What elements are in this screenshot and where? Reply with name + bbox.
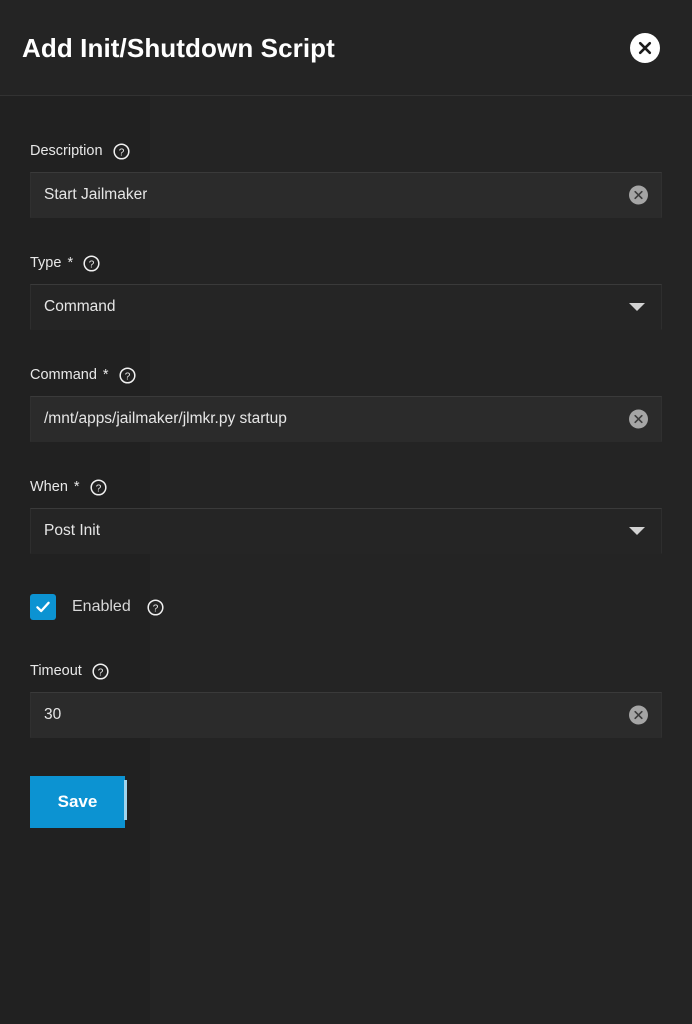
- add-init-shutdown-script-dialog: Add Init/Shutdown Script Description ?: [0, 0, 692, 1024]
- svg-text:?: ?: [95, 483, 101, 494]
- command-required-marker: *: [99, 368, 109, 383]
- description-input-value: Start Jailmaker: [44, 187, 147, 203]
- clear-icon[interactable]: [629, 186, 648, 205]
- timeout-label-row: Timeout ?: [30, 662, 662, 680]
- type-required-marker: *: [63, 256, 73, 271]
- command-label-row: Command * ?: [30, 366, 662, 384]
- when-required-marker: *: [70, 480, 80, 495]
- help-icon[interactable]: ?: [147, 599, 164, 616]
- enabled-checkbox[interactable]: [30, 594, 56, 620]
- close-button[interactable]: [630, 33, 660, 63]
- type-field: Type * ? Command: [30, 254, 662, 330]
- clear-icon[interactable]: [629, 706, 648, 725]
- when-label: When: [30, 480, 68, 495]
- script-form: Description ? Start Jailmaker: [0, 96, 692, 828]
- timeout-input-value: 30: [44, 707, 61, 723]
- enabled-field: Enabled ?: [30, 594, 662, 620]
- type-label-row: Type * ?: [30, 254, 662, 272]
- command-label: Command: [30, 368, 97, 383]
- type-select[interactable]: Command: [30, 284, 662, 330]
- chevron-down-icon: [629, 303, 645, 311]
- when-field: When * ? Post Init: [30, 478, 662, 554]
- help-icon[interactable]: ?: [92, 663, 109, 680]
- when-select-value: Post Init: [44, 523, 100, 539]
- dialog-header: Add Init/Shutdown Script: [0, 0, 692, 96]
- svg-text:?: ?: [124, 371, 130, 382]
- description-label-row: Description ?: [30, 142, 662, 160]
- help-icon[interactable]: ?: [113, 143, 130, 160]
- type-label: Type: [30, 256, 61, 271]
- description-label: Description: [30, 144, 103, 159]
- checkmark-icon: [34, 598, 52, 616]
- svg-text:?: ?: [98, 667, 104, 678]
- description-field: Description ? Start Jailmaker: [30, 142, 662, 218]
- when-label-row: When * ?: [30, 478, 662, 496]
- save-button[interactable]: Save: [30, 776, 125, 828]
- command-input-value: /mnt/apps/jailmaker/jlmkr.py startup: [44, 411, 287, 427]
- when-select[interactable]: Post Init: [30, 508, 662, 554]
- command-input[interactable]: /mnt/apps/jailmaker/jlmkr.py startup: [30, 396, 662, 442]
- help-icon[interactable]: ?: [90, 479, 107, 496]
- svg-text:?: ?: [118, 147, 124, 158]
- help-icon[interactable]: ?: [119, 367, 136, 384]
- clear-icon[interactable]: [629, 410, 648, 429]
- svg-text:?: ?: [152, 603, 158, 614]
- timeout-field: Timeout ? 30: [30, 662, 662, 738]
- timeout-label: Timeout: [30, 664, 82, 679]
- timeout-input[interactable]: 30: [30, 692, 662, 738]
- command-field: Command * ? /mnt/apps/jailmaker/jlmkr.py…: [30, 366, 662, 442]
- dialog-title: Add Init/Shutdown Script: [22, 35, 630, 61]
- type-select-value: Command: [44, 299, 116, 315]
- description-input[interactable]: Start Jailmaker: [30, 172, 662, 218]
- enabled-label: Enabled: [72, 599, 131, 615]
- chevron-down-icon: [629, 527, 645, 535]
- close-icon: [636, 39, 654, 57]
- svg-text:?: ?: [89, 259, 95, 270]
- help-icon[interactable]: ?: [83, 255, 100, 272]
